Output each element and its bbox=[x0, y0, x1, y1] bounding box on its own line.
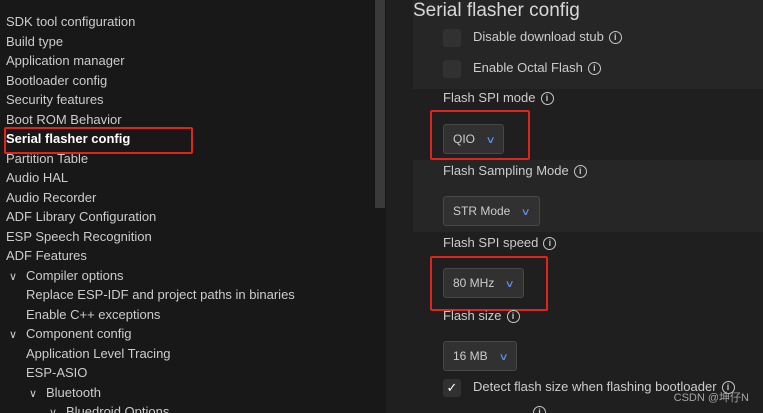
tree-item-label: ADF Library Configuration bbox=[6, 209, 157, 224]
tree-item-label: Replace ESP-IDF and project paths in bin… bbox=[26, 287, 295, 302]
flash-spi-mode-label-text: Flash SPI mode bbox=[443, 90, 536, 105]
flash-size-label-text: Flash size bbox=[443, 308, 502, 323]
tree-item-label: Security features bbox=[6, 92, 104, 107]
flash-size-label: Flash size i bbox=[443, 308, 520, 324]
tree-item-label: Application Level Tracing bbox=[26, 345, 171, 361]
tree-item[interactable]: ∨ Component config bbox=[6, 324, 132, 343]
tree-item[interactable]: ESP-ASIO bbox=[26, 363, 87, 382]
info-icon[interactable]: i bbox=[543, 237, 557, 251]
section-title: Serial flasher config bbox=[413, 0, 580, 21]
info-icon[interactable]: i bbox=[573, 165, 587, 179]
enable-octal-flash-checkbox[interactable] bbox=[443, 59, 461, 78]
tree-item[interactable]: ∨ Compiler options bbox=[6, 266, 124, 285]
flash-sampling-mode-value: STR Mode bbox=[453, 204, 511, 218]
highlight-box-spi-speed bbox=[430, 256, 548, 311]
tree-item-label: Audio Recorder bbox=[6, 189, 97, 205]
tree-item-label: ADF Features bbox=[6, 248, 87, 263]
enable-octal-flash-label: Enable Octal Flash bbox=[473, 60, 583, 75]
tree-item[interactable]: Replace ESP-IDF and project paths in bin… bbox=[26, 285, 295, 304]
chevron-down-icon[interactable]: ∨ bbox=[6, 326, 20, 345]
next-setting-row: i bbox=[443, 402, 546, 413]
config-tree: SDK tool configuration Build type Applicat… bbox=[0, 0, 386, 413]
tree-item[interactable]: SDK tool configuration bbox=[6, 12, 135, 31]
tree-item[interactable]: Enable C++ exceptions bbox=[26, 305, 160, 324]
tree-item[interactable]: Boot ROM Behavior bbox=[6, 110, 122, 129]
info-icon[interactable]: i bbox=[533, 406, 546, 413]
tree-item[interactable]: Audio HAL bbox=[6, 168, 68, 187]
tree-item[interactable]: ∨ Bluetooth bbox=[26, 383, 101, 402]
chevron-down-icon[interactable]: ∨ bbox=[26, 385, 40, 404]
tree-item[interactable]: Bootloader config bbox=[6, 71, 107, 90]
tree-item-label: ESP-ASIO bbox=[26, 365, 88, 380]
flash-sampling-mode-label-text: Flash Sampling Mode bbox=[443, 163, 569, 178]
chevron-down-icon: ∨ bbox=[520, 207, 532, 218]
watermark: CSDN @坤仔N bbox=[673, 392, 749, 404]
info-icon[interactable]: i bbox=[587, 62, 601, 76]
enable-octal-flash-row[interactable]: Enable Octal Flash i bbox=[443, 58, 601, 78]
highlight-box-serial-flasher bbox=[4, 127, 193, 154]
tree-item[interactable]: ∨ Bluedroid Options bbox=[46, 402, 169, 413]
tree-item-label: Compiler options bbox=[26, 267, 124, 283]
flash-spi-speed-label-text: Flash SPI speed bbox=[443, 235, 539, 250]
tree-item-label: Boot ROM Behavior bbox=[6, 111, 122, 127]
flash-size-value: 16 MB bbox=[453, 349, 488, 363]
tree-scrollbar[interactable] bbox=[375, 0, 385, 208]
highlight-box-spi-mode bbox=[430, 110, 530, 160]
tree-item-label: Bootloader config bbox=[6, 72, 108, 88]
tree-item-label: Audio HAL bbox=[6, 170, 69, 185]
flash-spi-speed-label: Flash SPI speed i bbox=[443, 235, 557, 251]
tree-item[interactable]: Application Level Tracing bbox=[26, 344, 171, 363]
flash-spi-mode-label: Flash SPI mode i bbox=[443, 90, 554, 106]
detect-flash-size-checkbox[interactable]: ✓ bbox=[443, 378, 461, 397]
info-icon[interactable]: i bbox=[608, 31, 622, 45]
tree-item[interactable]: Build type bbox=[6, 32, 63, 51]
tree-item[interactable]: ADF Features bbox=[6, 246, 87, 265]
info-icon[interactable]: i bbox=[540, 92, 554, 106]
tree-item-label: Enable C++ exceptions bbox=[26, 306, 161, 322]
checkmark-icon: ✓ bbox=[446, 379, 458, 395]
flash-size-dropdown[interactable]: 16 MB ∨ bbox=[443, 341, 518, 371]
flash-sampling-mode-label: Flash Sampling Mode i bbox=[443, 163, 587, 179]
tree-item-label: Bluetooth bbox=[46, 384, 101, 400]
tree-item-label: Application manager bbox=[6, 53, 125, 68]
info-icon[interactable]: i bbox=[506, 310, 520, 324]
tree-item[interactable]: Security features bbox=[6, 90, 104, 109]
tree-item[interactable]: ESP Speech Recognition bbox=[6, 227, 152, 246]
settings-panel: Serial flasher config Disable download s… bbox=[386, 0, 763, 413]
chevron-down-icon[interactable]: ∨ bbox=[6, 268, 20, 287]
disable-download-stub-label: Disable download stub bbox=[473, 29, 604, 44]
chevron-down-icon[interactable]: ∨ bbox=[46, 404, 60, 413]
tree-item-label: Bluedroid Options bbox=[66, 404, 170, 413]
flash-sampling-mode-dropdown[interactable]: STR Mode ∨ bbox=[443, 196, 540, 226]
tree-item-label: Component config bbox=[26, 326, 132, 341]
tree-item[interactable]: Application manager bbox=[6, 51, 125, 70]
chevron-down-icon: ∨ bbox=[498, 352, 509, 363]
tree-item-label: ESP Speech Recognition bbox=[6, 228, 152, 244]
disable-download-stub-checkbox[interactable] bbox=[443, 28, 461, 47]
tree-item[interactable]: Audio Recorder bbox=[6, 188, 96, 207]
tree-item-label: Build type bbox=[6, 33, 64, 49]
disable-download-stub-row[interactable]: Disable download stub i bbox=[443, 27, 622, 47]
tree-item-label: SDK tool configuration bbox=[6, 14, 136, 29]
tree-item[interactable]: ADF Library Configuration bbox=[6, 207, 156, 226]
